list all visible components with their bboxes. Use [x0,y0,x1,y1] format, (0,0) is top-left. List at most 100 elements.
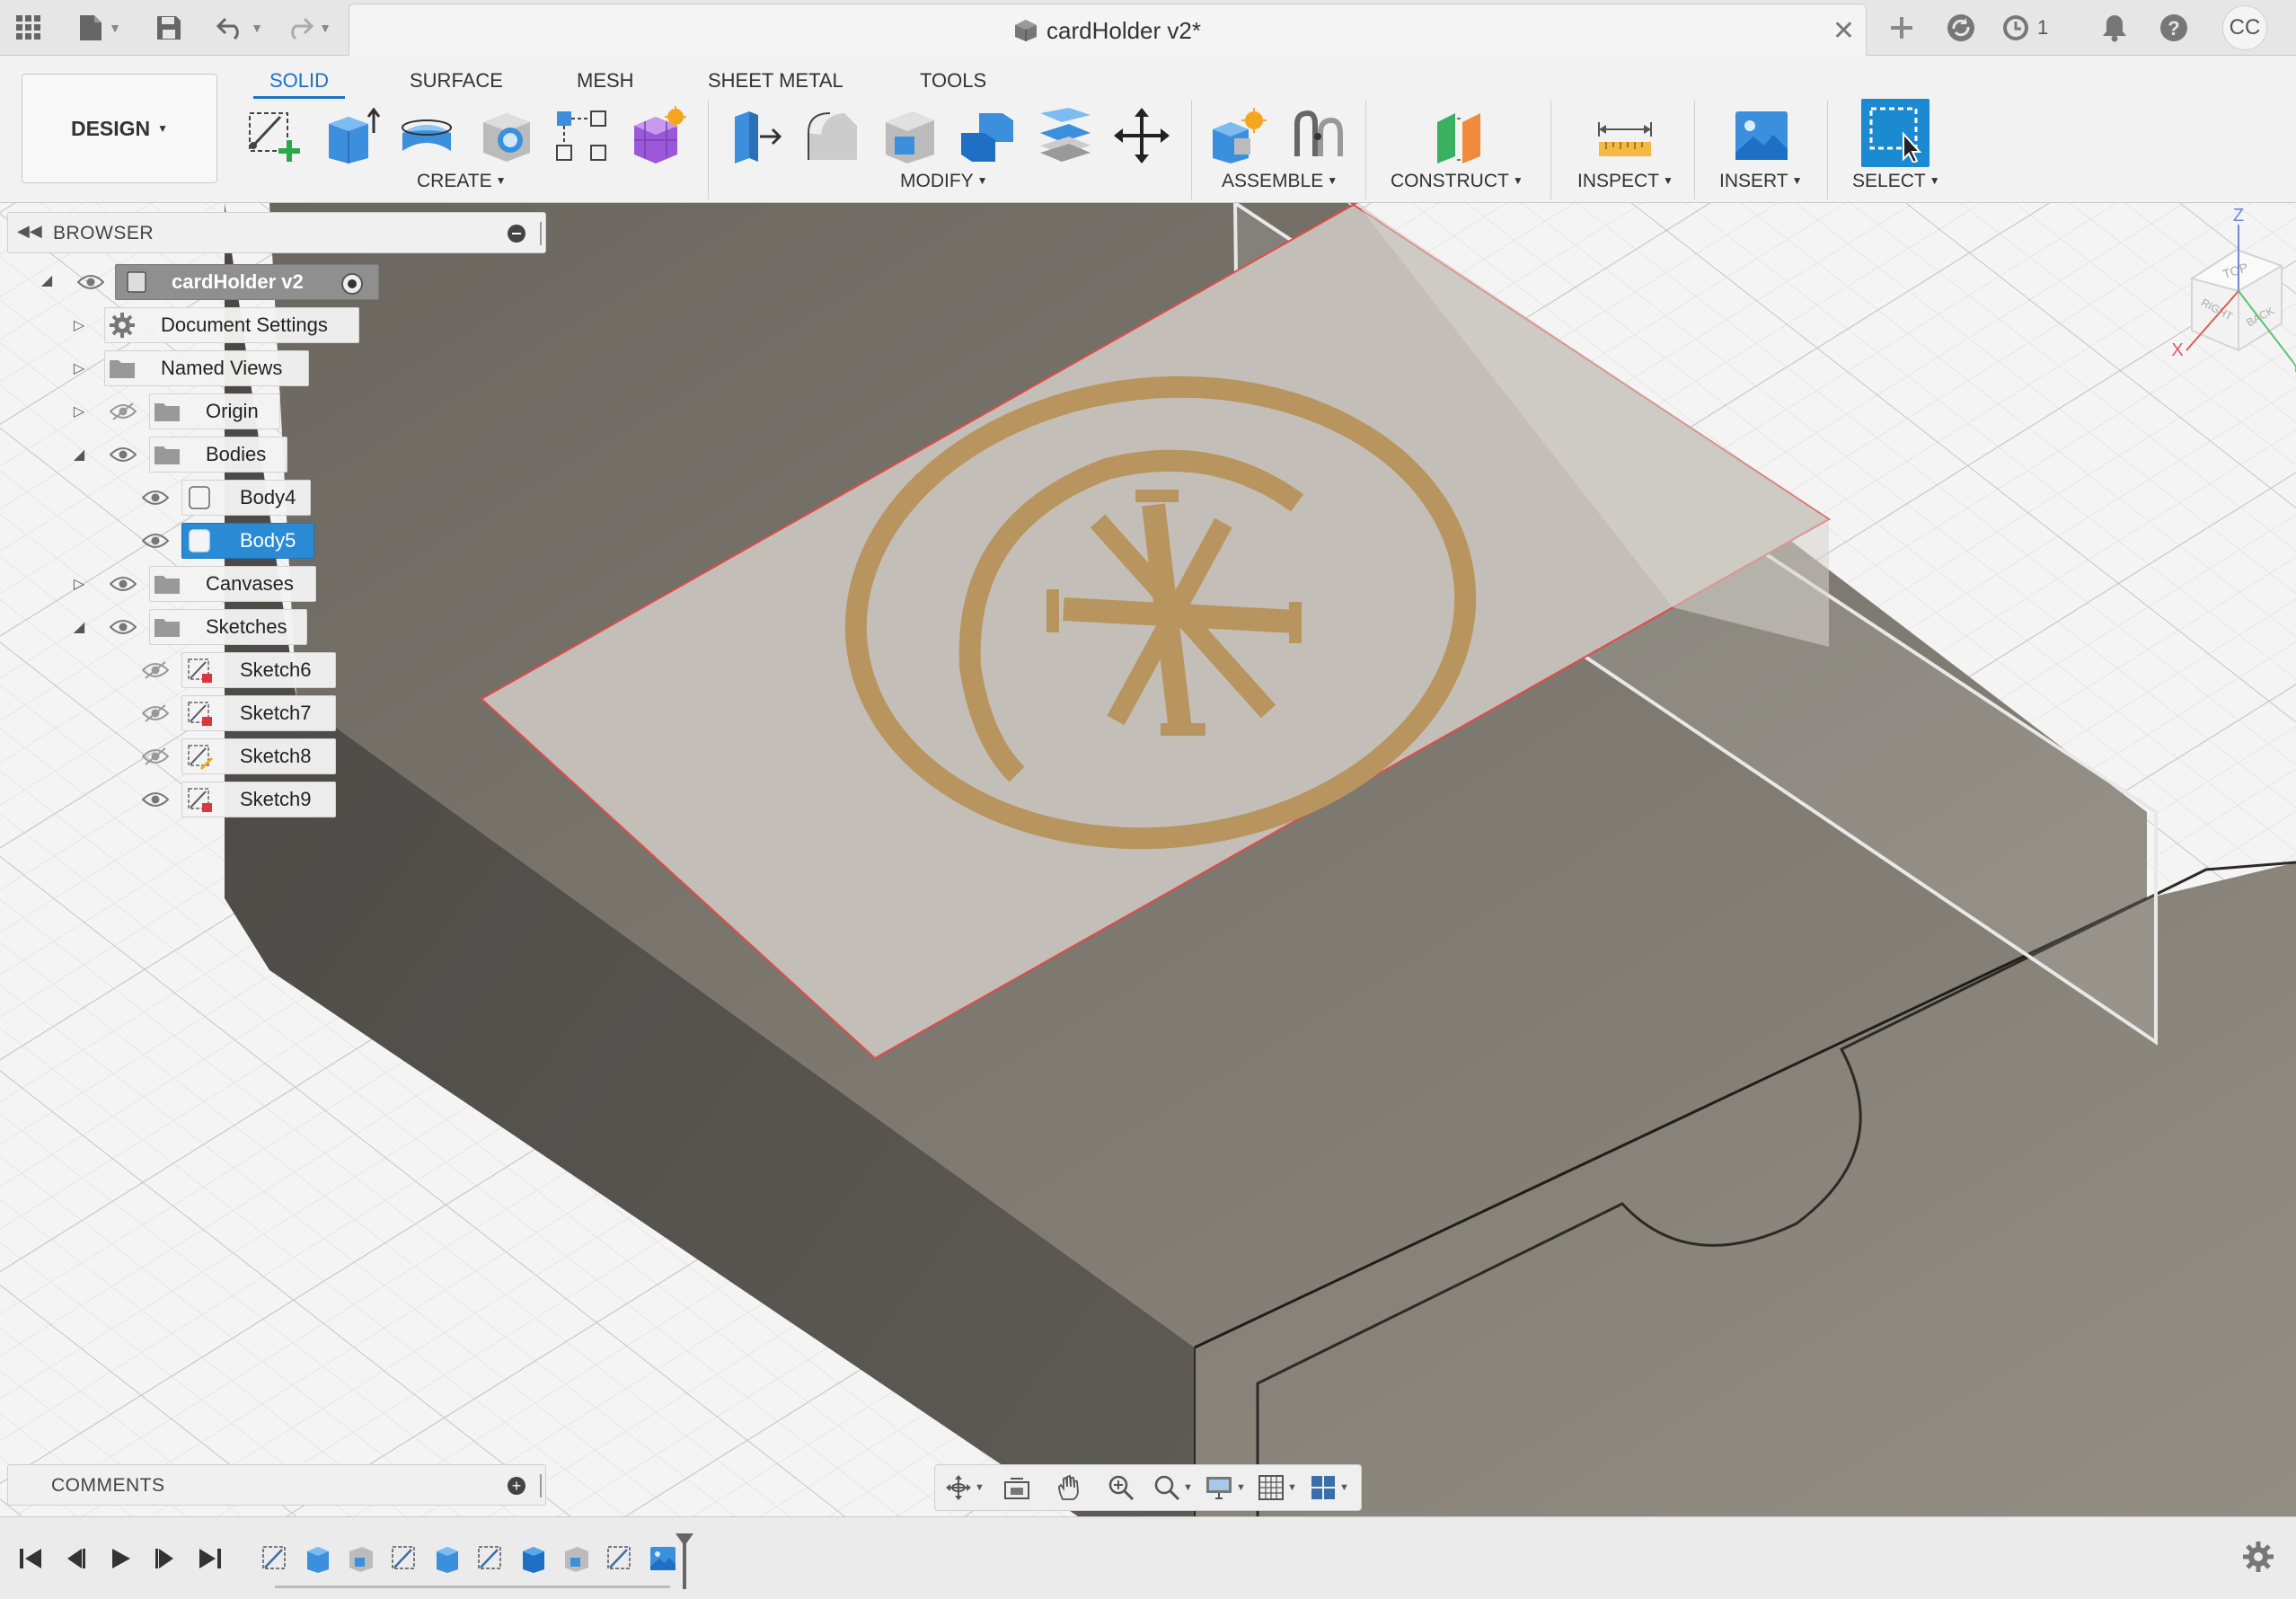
press-pull-icon[interactable] [724,104,787,167]
timeline-canvas-icon[interactable] [647,1542,679,1575]
move-copy-icon[interactable] [1110,104,1173,167]
step-back-icon[interactable] [57,1541,93,1577]
close-tab-icon[interactable]: ✕ [1832,15,1855,47]
fillet-icon[interactable] [801,104,864,167]
resize-handle[interactable] [540,1474,542,1497]
extrude-icon[interactable] [320,104,383,167]
visibility-eye-icon[interactable] [108,609,138,645]
hidden-eye-icon[interactable] [140,652,171,688]
select-tool-icon[interactable] [1861,99,1930,167]
tree-item-sketches[interactable]: Sketches [149,609,307,645]
tree-root-cardholder[interactable]: cardHolder v2 [115,264,379,300]
file-menu-icon[interactable]: ▼ [74,9,126,47]
pattern-icon[interactable] [550,104,613,167]
minimize-browser-icon[interactable] [508,225,525,243]
3d-viewport[interactable]: TOP BACK RIGHT Z X Y [0,203,2296,1516]
create-sketch-icon[interactable] [243,104,305,167]
measure-icon[interactable] [1594,104,1656,167]
tree-item-sketch7[interactable]: Sketch7 [181,695,336,731]
save-icon[interactable] [153,9,185,47]
insert-canvas-icon[interactable] [1730,104,1793,167]
hidden-eye-icon[interactable] [108,393,138,429]
timeline-sketch-icon[interactable] [259,1542,291,1575]
notifications-bell-icon[interactable] [2097,9,2133,47]
tree-item-body4[interactable]: Body4 [181,480,311,516]
construct-menu[interactable]: CONSTRUCT ▼ [1391,171,1523,192]
visibility-eye-icon[interactable] [75,264,106,300]
timeline-shell-icon[interactable] [345,1542,377,1575]
form-icon[interactable] [625,104,688,167]
model-canvas[interactable]: TOP BACK RIGHT Z X Y [0,203,2296,1516]
viewports-icon[interactable]: ▼ [1303,1467,1356,1508]
expand-arrow-icon[interactable]: ▷ [70,575,88,593]
fit-zoom-icon[interactable]: ▼ [1147,1467,1199,1508]
timeline-shell-icon[interactable] [561,1542,593,1575]
revolve-icon[interactable] [395,104,458,167]
user-avatar[interactable]: CC [2222,5,2267,50]
expand-arrow-icon[interactable]: ▷ [70,359,88,377]
tree-item-canvases[interactable]: Canvases [149,566,316,602]
tree-item-document-settings[interactable]: Document Settings [104,307,359,343]
joint-icon[interactable] [1286,104,1349,167]
hole-icon[interactable] [474,104,537,167]
tab-sheet-metal[interactable]: SHEET METAL [692,63,860,99]
hidden-eye-icon[interactable] [140,695,171,731]
tab-solid[interactable]: SOLID [253,63,346,99]
help-icon[interactable]: ? [2156,9,2192,47]
add-comment-icon[interactable]: + [508,1477,525,1495]
activate-radio-icon[interactable] [340,272,364,300]
expand-arrow-icon[interactable]: ▷ [70,402,88,420]
job-status[interactable]: 1 [2001,9,2064,47]
zoom-icon[interactable] [1095,1467,1147,1508]
skip-to-end-icon[interactable] [192,1541,228,1577]
timeline-extrude-icon[interactable] [431,1542,464,1575]
expand-triangle-icon[interactable]: ◢ [38,271,56,289]
orbit-icon[interactable]: ▼ [939,1467,991,1508]
timeline-extrude-icon[interactable] [517,1542,550,1575]
display-settings-icon[interactable]: ▼ [1199,1467,1251,1508]
timeline-sketch-icon[interactable] [388,1542,420,1575]
new-component-icon[interactable] [1207,104,1270,167]
offset-face-icon[interactable] [1033,104,1096,167]
collapse-panel-icon[interactable]: ◀◀ [17,222,42,241]
collapse-triangle-icon[interactable]: ◢ [70,618,88,636]
modify-menu[interactable]: MODIFY ▼ [900,171,988,192]
timeline-sketch-icon[interactable] [474,1542,507,1575]
visibility-eye-icon[interactable] [140,782,171,817]
timeline-settings-gear-icon[interactable] [2240,1539,2282,1580]
tree-item-origin[interactable]: Origin [149,393,280,429]
tab-tools[interactable]: TOOLS [904,63,1002,99]
tree-item-named-views[interactable]: Named Views [104,350,309,386]
assemble-menu[interactable]: ASSEMBLE ▼ [1222,171,1338,192]
extensions-icon[interactable] [1940,9,1982,47]
grid-settings-icon[interactable]: ▼ [1251,1467,1303,1508]
resize-handle[interactable] [540,222,542,245]
tree-item-sketch8[interactable]: Sketch8 [181,738,336,774]
inspect-menu[interactable]: INSPECT ▼ [1577,171,1673,192]
visibility-eye-icon[interactable] [140,523,171,559]
workspace-switcher-button[interactable]: DESIGN ▼ [22,74,217,183]
hidden-eye-icon[interactable] [140,738,171,774]
offset-plane-icon[interactable] [1428,104,1491,167]
step-forward-icon[interactable] [147,1541,183,1577]
timeline-sketch-icon[interactable] [604,1542,636,1575]
combine-icon[interactable] [956,104,1019,167]
visibility-eye-icon[interactable] [140,480,171,516]
visibility-eye-icon[interactable] [108,437,138,473]
shell-icon[interactable] [879,104,941,167]
insert-menu[interactable]: INSERT ▼ [1719,171,1803,192]
tree-item-sketch9[interactable]: Sketch9 [181,782,336,817]
select-menu[interactable]: SELECT ▼ [1852,171,1940,192]
expand-arrow-icon[interactable]: ▷ [70,316,88,334]
look-at-icon[interactable] [991,1467,1043,1508]
app-grid-icon[interactable] [13,9,45,47]
create-menu[interactable]: CREATE ▼ [417,171,507,192]
visibility-eye-icon[interactable] [108,566,138,602]
undo-icon[interactable]: ▼ [214,9,266,47]
tree-item-body5[interactable]: Body5 [181,523,314,559]
skip-to-start-icon[interactable] [13,1541,49,1577]
redo-icon[interactable]: ▼ [282,9,334,47]
tree-item-bodies[interactable]: Bodies [149,437,287,473]
new-tab-plus-icon[interactable] [1881,9,1922,47]
tab-mesh[interactable]: MESH [561,63,650,99]
